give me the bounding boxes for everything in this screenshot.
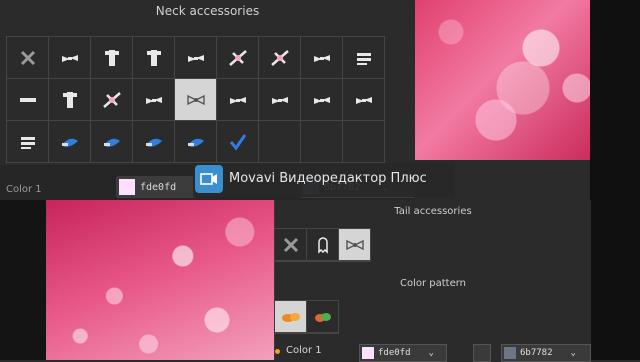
neck-accessory-item[interactable] — [217, 79, 259, 121]
striped-bow-icon — [351, 45, 377, 71]
video-editor-icon — [195, 165, 223, 193]
gem-icon — [15, 129, 41, 155]
neck-accessory-item[interactable] — [175, 37, 217, 79]
neck-accessory-item[interactable] — [301, 79, 343, 121]
neck-accessory-item[interactable] — [343, 37, 385, 79]
color-preview[interactable] — [473, 344, 491, 362]
color-hex: fde0fd — [140, 181, 177, 193]
background-dark-right — [590, 0, 640, 360]
bow-icon — [267, 87, 293, 113]
color-hex: fde0fd — [378, 348, 411, 358]
neck-accessory-item[interactable] — [49, 121, 91, 163]
color-label: Color 1 — [6, 184, 42, 195]
color-picker-2[interactable]: 6b7782 ⌄ — [501, 344, 591, 362]
blue-bow-icon — [141, 129, 167, 155]
neck-accessory-item — [259, 121, 301, 163]
small-charm-icon — [225, 87, 251, 113]
tail-title: Tail accessories — [394, 206, 472, 217]
neck-accessory-item[interactable] — [259, 79, 301, 121]
neck-accessory-item[interactable] — [217, 37, 259, 79]
bow-selected-icon — [183, 87, 209, 113]
neck-accessory-item[interactable] — [7, 121, 49, 163]
background-bokeh-bottom — [46, 200, 274, 360]
blue-check-icon — [225, 129, 251, 155]
dash-icon — [15, 87, 41, 113]
blue-feather-icon — [57, 129, 83, 155]
active-dot-icon — [275, 349, 280, 354]
color-pattern-item[interactable] — [275, 301, 307, 333]
charm-icon — [141, 87, 167, 113]
color-hex: 6b7782 — [520, 348, 553, 358]
neck-accessory-item[interactable] — [301, 37, 343, 79]
banner-text: Movavi Видеоредактор Плюс — [229, 171, 427, 186]
ghost-icon — [310, 232, 336, 258]
close-icon — [278, 232, 304, 258]
tall-bow-icon — [99, 45, 125, 71]
color-pattern-strip — [275, 300, 339, 334]
movavi-banner: Movavi Видеоредактор Плюс — [193, 163, 455, 197]
neck-accessory-item[interactable] — [175, 79, 217, 121]
color-picker-1[interactable]: fde0fd — [116, 176, 196, 198]
neck-accessories-grid — [6, 36, 385, 163]
close-icon — [15, 45, 41, 71]
bow-selected-icon — [342, 232, 368, 258]
neck-accessory-item[interactable] — [343, 79, 385, 121]
knot-icon — [99, 87, 125, 113]
small-bow-icon — [309, 45, 335, 71]
background-bokeh-top — [415, 0, 595, 160]
neck-accessory-item[interactable] — [49, 79, 91, 121]
tail-accessories-panel: Tail accessories Color pattern Color 1 f… — [274, 200, 591, 362]
ribbon-icon — [57, 87, 83, 113]
tail-accessory-item[interactable] — [307, 229, 339, 261]
blue-ribbon-icon — [99, 129, 125, 155]
blue-swoosh-icon — [183, 129, 209, 155]
neck-accessories-panel: Neck accessories — [0, 0, 415, 163]
tail-accessory-item[interactable] — [339, 229, 371, 261]
panel-title: Neck accessories — [155, 4, 260, 18]
neck-accessory-item[interactable] — [91, 37, 133, 79]
neck-accessory-item[interactable] — [133, 121, 175, 163]
color-swatch — [504, 347, 516, 359]
neck-accessory-item[interactable] — [259, 37, 301, 79]
neck-accessory-item[interactable] — [133, 37, 175, 79]
pattern-title: Color pattern — [399, 278, 467, 289]
bottom-color-row: Color 1 fde0fd ⌄ 6b7782 ⌄ — [275, 342, 591, 362]
neck-accessory-item[interactable] — [49, 37, 91, 79]
small-bow-icon — [183, 45, 209, 71]
color-swatch — [119, 179, 135, 195]
neck-accessory-item — [301, 121, 343, 163]
background-dark-left — [0, 200, 46, 360]
green-pattern-icon — [310, 304, 336, 330]
neck-accessory-item[interactable] — [91, 79, 133, 121]
feather-icon — [141, 45, 167, 71]
tail-accessory-item[interactable] — [275, 229, 307, 261]
small-bow-icon — [57, 45, 83, 71]
neck-accessory-item[interactable] — [133, 79, 175, 121]
color-pattern-item[interactable] — [307, 301, 339, 333]
color-swatch — [362, 347, 374, 359]
sparkle-bow-icon — [225, 45, 251, 71]
chevron-down-icon: ⌄ — [570, 348, 576, 358]
chevron-down-icon: ⌄ — [428, 348, 434, 358]
color-label: Color 1 — [286, 345, 322, 356]
tail-accessories-strip — [275, 228, 371, 262]
neck-accessory-item[interactable] — [217, 121, 259, 163]
neck-accessory-item[interactable] — [7, 37, 49, 79]
neck-accessory-item[interactable] — [91, 121, 133, 163]
orange-pattern-icon — [278, 304, 304, 330]
bow-icon — [309, 87, 335, 113]
neck-accessory-item — [343, 121, 385, 163]
flower-icon — [267, 45, 293, 71]
bow-icon — [351, 87, 377, 113]
neck-accessory-item[interactable] — [175, 121, 217, 163]
color-picker-1[interactable]: fde0fd ⌄ — [359, 344, 447, 362]
neck-accessory-item[interactable] — [7, 79, 49, 121]
